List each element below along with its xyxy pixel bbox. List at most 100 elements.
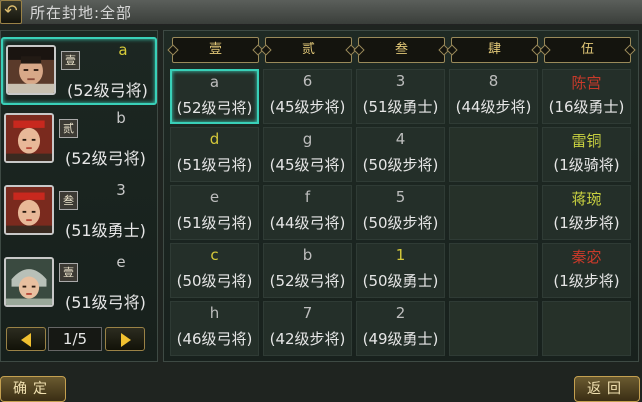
cell-general-level: (1级步将): [553, 214, 620, 232]
cell-general-level: (49级勇士): [362, 330, 439, 348]
grid-cell-r4-c4[interactable]: [449, 243, 538, 298]
cell-general-name: d: [209, 130, 220, 148]
cell-general-level: (50级步将): [362, 156, 439, 174]
rank-badge: 叁: [59, 191, 78, 210]
general-item-2[interactable]: 贰 b (52级弓将): [1, 107, 157, 175]
cell-general-level: (50级勇士): [362, 272, 439, 290]
grid-cell-r1-c1[interactable]: a (52级弓将): [170, 69, 259, 124]
cell-general-name: 秦宓: [571, 248, 602, 266]
grid-cell-r5-c4[interactable]: [449, 301, 538, 356]
grid-cell-r3-c4[interactable]: [449, 185, 538, 240]
general-item-3[interactable]: 叁 3 (51级勇士): [1, 179, 157, 247]
grid-cell-r1-c5[interactable]: 陈宫 (16级勇士): [542, 69, 631, 124]
general-level: (52级弓将): [65, 149, 146, 168]
cell-general-level: (51级勇士): [362, 98, 439, 116]
confirm-button[interactable]: 确定: [0, 376, 66, 402]
portrait-helmet-icon: [6, 259, 52, 305]
cell-general-name: 6: [302, 72, 313, 90]
general-name: e: [116, 253, 126, 271]
cell-general-name: e: [209, 188, 220, 206]
page-title: 所在封地:全部: [30, 4, 133, 22]
grid-cell-r3-c2[interactable]: f (44级弓将): [263, 185, 352, 240]
cell-general-level: (46级弓将): [176, 330, 253, 348]
grid-cell-r2-c4[interactable]: [449, 127, 538, 182]
cell-general-name: c: [210, 246, 219, 264]
cell-general-name: 1: [395, 246, 406, 264]
grid-cell-r3-c3[interactable]: 5 (50级步将): [356, 185, 445, 240]
general-level: (51级弓将): [65, 293, 146, 312]
grid-cell-r4-c1[interactable]: c (50级弓将): [170, 243, 259, 298]
rank-badge: 壹: [61, 51, 80, 70]
general-level: (52级弓将): [67, 81, 148, 100]
grid-cell-r3-c5[interactable]: 蒋琬 (1级步将): [542, 185, 631, 240]
general-portrait: [6, 45, 56, 95]
grid-cell-r5-c5[interactable]: [542, 301, 631, 356]
cell-general-level: (51级弓将): [176, 156, 253, 174]
general-portrait: [4, 257, 54, 307]
cell-general-name: 4: [395, 130, 406, 148]
cell-general-level: (44级弓将): [269, 214, 346, 232]
cell-general-level: (52级弓将): [176, 99, 253, 117]
cell-general-name: a: [209, 73, 220, 91]
portrait-female-icon: [6, 187, 52, 233]
next-page-button[interactable]: [105, 327, 145, 351]
column-header-5: 伍: [544, 37, 631, 63]
grid-cell-r1-c3[interactable]: 3 (51级勇士): [356, 69, 445, 124]
portrait-female-icon: [6, 115, 52, 161]
cell-general-name: f: [304, 188, 311, 206]
page-indicator: 1/5: [48, 327, 102, 351]
grid-cell-r4-c5[interactable]: 秦宓 (1级步将): [542, 243, 631, 298]
cell-general-name: g: [302, 130, 313, 148]
back-arrow-icon[interactable]: ↶: [0, 0, 22, 24]
general-item-4[interactable]: 壹 e (51级弓将): [1, 251, 157, 319]
grid-cell-r1-c4[interactable]: 8 (44级步将): [449, 69, 538, 124]
cell-general-level: (50级弓将): [176, 272, 253, 290]
top-bar: ↶ 所在封地:全部: [0, 0, 642, 25]
cell-general-level: (45级步将): [269, 98, 346, 116]
grid-cell-r1-c2[interactable]: 6 (45级步将): [263, 69, 352, 124]
pager: 1/5: [1, 325, 157, 355]
column-header-3: 叁: [358, 37, 445, 63]
rank-badge: 壹: [59, 263, 78, 282]
prev-page-button[interactable]: [6, 327, 46, 351]
formation-grid-panel: 壹 贰 叁 肆 伍 a (52级弓将) 6 (45级步将) 3 (51级勇士) 8 (44级步…: [163, 30, 639, 362]
cell-general-name: 2: [395, 304, 406, 322]
portrait-male-icon: [8, 47, 54, 93]
cell-general-name: 8: [488, 72, 499, 90]
cell-general-name: 5: [395, 188, 406, 206]
grid-cell-r5-c3[interactable]: 2 (49级勇士): [356, 301, 445, 356]
grid-cell-r2-c2[interactable]: g (45级弓将): [263, 127, 352, 182]
grid-cell-r4-c3[interactable]: 1 (50级勇士): [356, 243, 445, 298]
general-portrait: [4, 113, 54, 163]
grid-cell-r5-c1[interactable]: h (46级弓将): [170, 301, 259, 356]
general-level: (51级勇士): [65, 221, 146, 240]
cell-general-level: (45级弓将): [269, 156, 346, 174]
cell-general-level: (51级弓将): [176, 214, 253, 232]
cell-general-level: (44级步将): [455, 98, 532, 116]
cell-general-level: (16级勇士): [548, 98, 625, 116]
cell-general-name: b: [302, 246, 313, 264]
cell-general-level: (50级步将): [362, 214, 439, 232]
grid-cell-r2-c5[interactable]: 雷铜 (1级骑将): [542, 127, 631, 182]
general-name: 3: [116, 181, 126, 199]
cell-general-name: 蒋琬: [571, 190, 602, 208]
grid-cell-r3-c1[interactable]: e (51级弓将): [170, 185, 259, 240]
cell-general-level: (1级骑将): [553, 156, 620, 174]
grid-cell-r2-c3[interactable]: 4 (50级步将): [356, 127, 445, 182]
cell-general-name: 7: [302, 304, 313, 322]
cell-general-name: h: [209, 304, 220, 322]
cell-general-name: 雷铜: [571, 132, 602, 150]
cell-general-level: (52级弓将): [269, 272, 346, 290]
cell-general-name: 3: [395, 72, 406, 90]
column-header-2: 贰: [265, 37, 352, 63]
cell-general-level: (1级步将): [553, 272, 620, 290]
column-header-4: 肆: [451, 37, 538, 63]
rank-badge: 贰: [59, 119, 78, 138]
grid-cell-r5-c2[interactable]: 7 (42级步将): [263, 301, 352, 356]
general-item-1[interactable]: 壹 a (52级弓将): [1, 37, 157, 105]
grid-cell-r2-c1[interactable]: d (51级弓将): [170, 127, 259, 182]
grid-cell-r4-c2[interactable]: b (52级弓将): [263, 243, 352, 298]
column-header-1: 壹: [172, 37, 259, 63]
return-button[interactable]: 返回: [574, 376, 640, 402]
cell-general-level: (42级步将): [269, 330, 346, 348]
